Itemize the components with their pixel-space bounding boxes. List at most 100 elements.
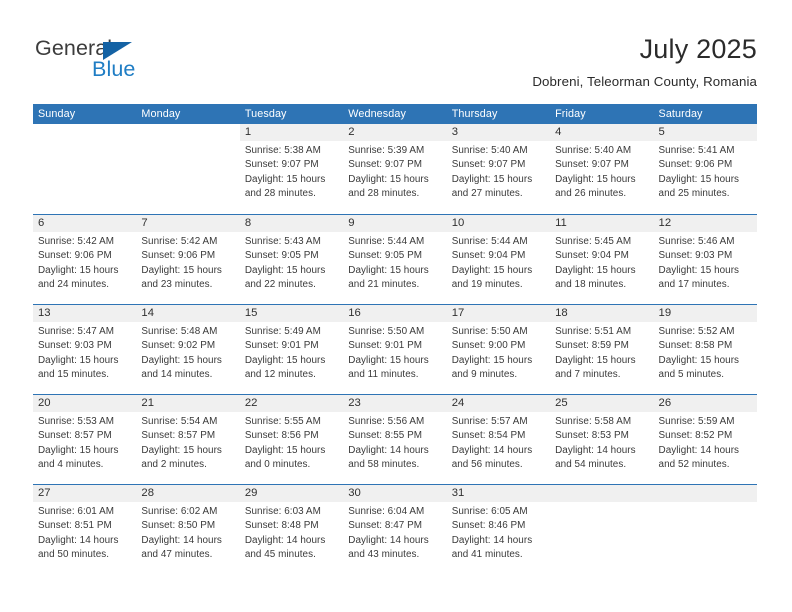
- daylight-line1: Daylight: 15 hours: [555, 173, 636, 185]
- daylight-line2: and 27 minutes.: [451, 188, 523, 200]
- weekday-header-monday: Monday: [141, 108, 181, 120]
- sunrise-text: Sunrise: 5:38 AM: [244, 145, 321, 156]
- day-cell[interactable]: 12 Sunrise: 5:46 AM Sunset: 9:03 PM Dayl…: [653, 215, 757, 304]
- general-blue-logo[interactable]: General Blue: [35, 36, 295, 86]
- day-number: 22: [239, 395, 344, 412]
- sunset-text: Sunset: 9:01 PM: [348, 340, 423, 352]
- day-number: 26: [653, 395, 757, 412]
- day-details: Sunrise: 5:50 AM Sunset: 9:01 PM Dayligh…: [343, 322, 446, 383]
- day-cell[interactable]: 5 Sunrise: 5:41 AM Sunset: 9:06 PM Dayli…: [653, 124, 757, 214]
- day-cell[interactable]: 11 Sunrise: 5:45 AM Sunset: 9:04 PM Dayl…: [550, 215, 654, 304]
- day-details: Sunrise: 5:55 AM Sunset: 8:56 PM Dayligh…: [240, 412, 343, 473]
- daylight-line1: Daylight: 14 hours: [451, 444, 533, 456]
- day-cell[interactable]: 31 Sunrise: 6:05 AM Sunset: 8:46 PM Dayl…: [446, 485, 551, 574]
- daylight-line1: Daylight: 15 hours: [141, 354, 222, 366]
- day-cell[interactable]: 9 Sunrise: 5:44 AM Sunset: 9:05 PM Dayli…: [343, 215, 447, 304]
- day-cell[interactable]: 7 Sunrise: 5:42 AM Sunset: 9:06 PM Dayli…: [136, 215, 240, 304]
- sunset-text: Sunset: 9:04 PM: [555, 250, 629, 262]
- sunrise-text: Sunrise: 5:39 AM: [348, 145, 425, 156]
- daylight-line1: Daylight: 14 hours: [658, 444, 740, 456]
- sunrise-text: Sunrise: 5:49 AM: [244, 326, 321, 337]
- sunset-text: Sunset: 9:00 PM: [451, 340, 526, 352]
- day-cell[interactable]: 10 Sunrise: 5:44 AM Sunset: 9:04 PM Dayl…: [446, 215, 551, 304]
- day-cell[interactable]: 3 Sunrise: 5:40 AM Sunset: 9:07 PM Dayli…: [446, 124, 551, 214]
- day-cell[interactable]: 24 Sunrise: 5:57 AM Sunset: 8:54 PM Dayl…: [446, 395, 551, 484]
- day-cell[interactable]: 18 Sunrise: 5:51 AM Sunset: 8:59 PM Dayl…: [550, 305, 654, 394]
- day-number: [550, 485, 654, 502]
- sunset-text: Sunset: 8:57 PM: [38, 430, 112, 442]
- sunrise-text: Sunrise: 5:59 AM: [658, 416, 735, 427]
- day-cell[interactable]: 29 Sunrise: 6:03 AM Sunset: 8:48 PM Dayl…: [239, 485, 344, 574]
- daylight-line2: and 9 minutes.: [451, 369, 518, 381]
- sunset-text: Sunset: 8:59 PM: [555, 340, 629, 352]
- day-number: 24: [446, 395, 551, 412]
- sunset-text: Sunset: 9:07 PM: [555, 159, 629, 171]
- day-cell[interactable]: 16 Sunrise: 5:50 AM Sunset: 9:01 PM Dayl…: [343, 305, 447, 394]
- sunrise-text: Sunrise: 5:54 AM: [141, 416, 218, 427]
- sunset-text: Sunset: 9:07 PM: [451, 159, 526, 171]
- sunrise-text: Sunrise: 5:41 AM: [658, 145, 735, 156]
- day-number: 27: [33, 485, 137, 502]
- daylight-line2: and 4 minutes.: [38, 459, 104, 471]
- sunset-text: Sunset: 9:07 PM: [348, 159, 423, 171]
- sunrise-text: Sunrise: 5:50 AM: [348, 326, 425, 337]
- daylight-line1: Daylight: 15 hours: [38, 444, 119, 456]
- day-details: [654, 502, 757, 505]
- logo-text-blue: Blue: [92, 57, 136, 81]
- day-cell[interactable]: 8 Sunrise: 5:43 AM Sunset: 9:05 PM Dayli…: [239, 215, 344, 304]
- day-details: Sunrise: 6:01 AM Sunset: 8:51 PM Dayligh…: [33, 502, 136, 563]
- day-cell: [136, 124, 240, 214]
- daylight-line1: Daylight: 15 hours: [244, 173, 326, 185]
- daylight-line1: Daylight: 14 hours: [244, 534, 326, 546]
- sunrise-text: Sunrise: 5:51 AM: [555, 326, 632, 337]
- day-cell[interactable]: 13 Sunrise: 5:47 AM Sunset: 9:03 PM Dayl…: [33, 305, 137, 394]
- daylight-line1: Daylight: 15 hours: [141, 264, 222, 276]
- sunset-text: Sunset: 9:06 PM: [38, 250, 112, 262]
- day-cell[interactable]: 19 Sunrise: 5:52 AM Sunset: 8:58 PM Dayl…: [653, 305, 757, 394]
- day-cell[interactable]: 27 Sunrise: 6:01 AM Sunset: 8:51 PM Dayl…: [33, 485, 137, 574]
- day-number: 17: [446, 305, 551, 322]
- daylight-line1: Daylight: 15 hours: [451, 354, 533, 366]
- day-cell[interactable]: 21 Sunrise: 5:54 AM Sunset: 8:57 PM Dayl…: [136, 395, 240, 484]
- day-details: Sunrise: 6:02 AM Sunset: 8:50 PM Dayligh…: [136, 502, 239, 563]
- week-row: 1 Sunrise: 5:38 AM Sunset: 9:07 PM Dayli…: [33, 124, 757, 214]
- day-cell[interactable]: 30 Sunrise: 6:04 AM Sunset: 8:47 PM Dayl…: [343, 485, 447, 574]
- daylight-line2: and 28 minutes.: [348, 188, 420, 200]
- page-title: July 2025: [639, 34, 757, 64]
- day-cell[interactable]: 22 Sunrise: 5:55 AM Sunset: 8:56 PM Dayl…: [239, 395, 344, 484]
- day-cell[interactable]: 15 Sunrise: 5:49 AM Sunset: 9:01 PM Dayl…: [239, 305, 344, 394]
- sunrise-text: Sunrise: 5:46 AM: [658, 236, 735, 247]
- day-details: Sunrise: 5:41 AM Sunset: 9:06 PM Dayligh…: [654, 141, 757, 202]
- day-cell[interactable]: 1 Sunrise: 5:38 AM Sunset: 9:07 PM Dayli…: [239, 124, 344, 214]
- day-cell[interactable]: 25 Sunrise: 5:58 AM Sunset: 8:53 PM Dayl…: [550, 395, 654, 484]
- day-cell[interactable]: 2 Sunrise: 5:39 AM Sunset: 9:07 PM Dayli…: [343, 124, 447, 214]
- day-cell[interactable]: 14 Sunrise: 5:48 AM Sunset: 9:02 PM Dayl…: [136, 305, 240, 394]
- weekday-header-wednesday: Wednesday: [348, 108, 406, 120]
- daylight-line2: and 56 minutes.: [451, 459, 523, 471]
- sunrise-text: Sunrise: 5:44 AM: [451, 236, 528, 247]
- day-cell[interactable]: 17 Sunrise: 5:50 AM Sunset: 9:00 PM Dayl…: [446, 305, 551, 394]
- calendar-page: General Blue July 2025 Dobreni, Teleorma…: [0, 0, 792, 612]
- day-number: 19: [653, 305, 757, 322]
- day-cell[interactable]: 20 Sunrise: 5:53 AM Sunset: 8:57 PM Dayl…: [33, 395, 137, 484]
- day-cell[interactable]: 28 Sunrise: 6:02 AM Sunset: 8:50 PM Dayl…: [136, 485, 240, 574]
- sunrise-text: Sunrise: 5:47 AM: [38, 326, 114, 337]
- day-cell: [33, 124, 137, 214]
- day-cell[interactable]: 23 Sunrise: 5:56 AM Sunset: 8:55 PM Dayl…: [343, 395, 447, 484]
- sunrise-text: Sunrise: 5:55 AM: [244, 416, 321, 427]
- sunset-text: Sunset: 8:56 PM: [244, 430, 319, 442]
- day-number: 20: [33, 395, 137, 412]
- daylight-line2: and 19 minutes.: [451, 279, 523, 291]
- day-cell[interactable]: 26 Sunrise: 5:59 AM Sunset: 8:52 PM Dayl…: [653, 395, 757, 484]
- daylight-line2: and 21 minutes.: [348, 279, 420, 291]
- day-cell[interactable]: 4 Sunrise: 5:40 AM Sunset: 9:07 PM Dayli…: [550, 124, 654, 214]
- daylight-line1: Daylight: 15 hours: [658, 354, 740, 366]
- sunrise-text: Sunrise: 5:56 AM: [348, 416, 425, 427]
- day-number: 18: [550, 305, 654, 322]
- sunset-text: Sunset: 8:50 PM: [141, 520, 216, 532]
- day-cell[interactable]: 6 Sunrise: 5:42 AM Sunset: 9:06 PM Dayli…: [33, 215, 137, 304]
- sunrise-text: Sunrise: 6:04 AM: [348, 506, 425, 517]
- daylight-line1: Daylight: 14 hours: [141, 534, 222, 546]
- sunrise-text: Sunrise: 5:42 AM: [141, 236, 218, 247]
- day-details: [136, 141, 239, 144]
